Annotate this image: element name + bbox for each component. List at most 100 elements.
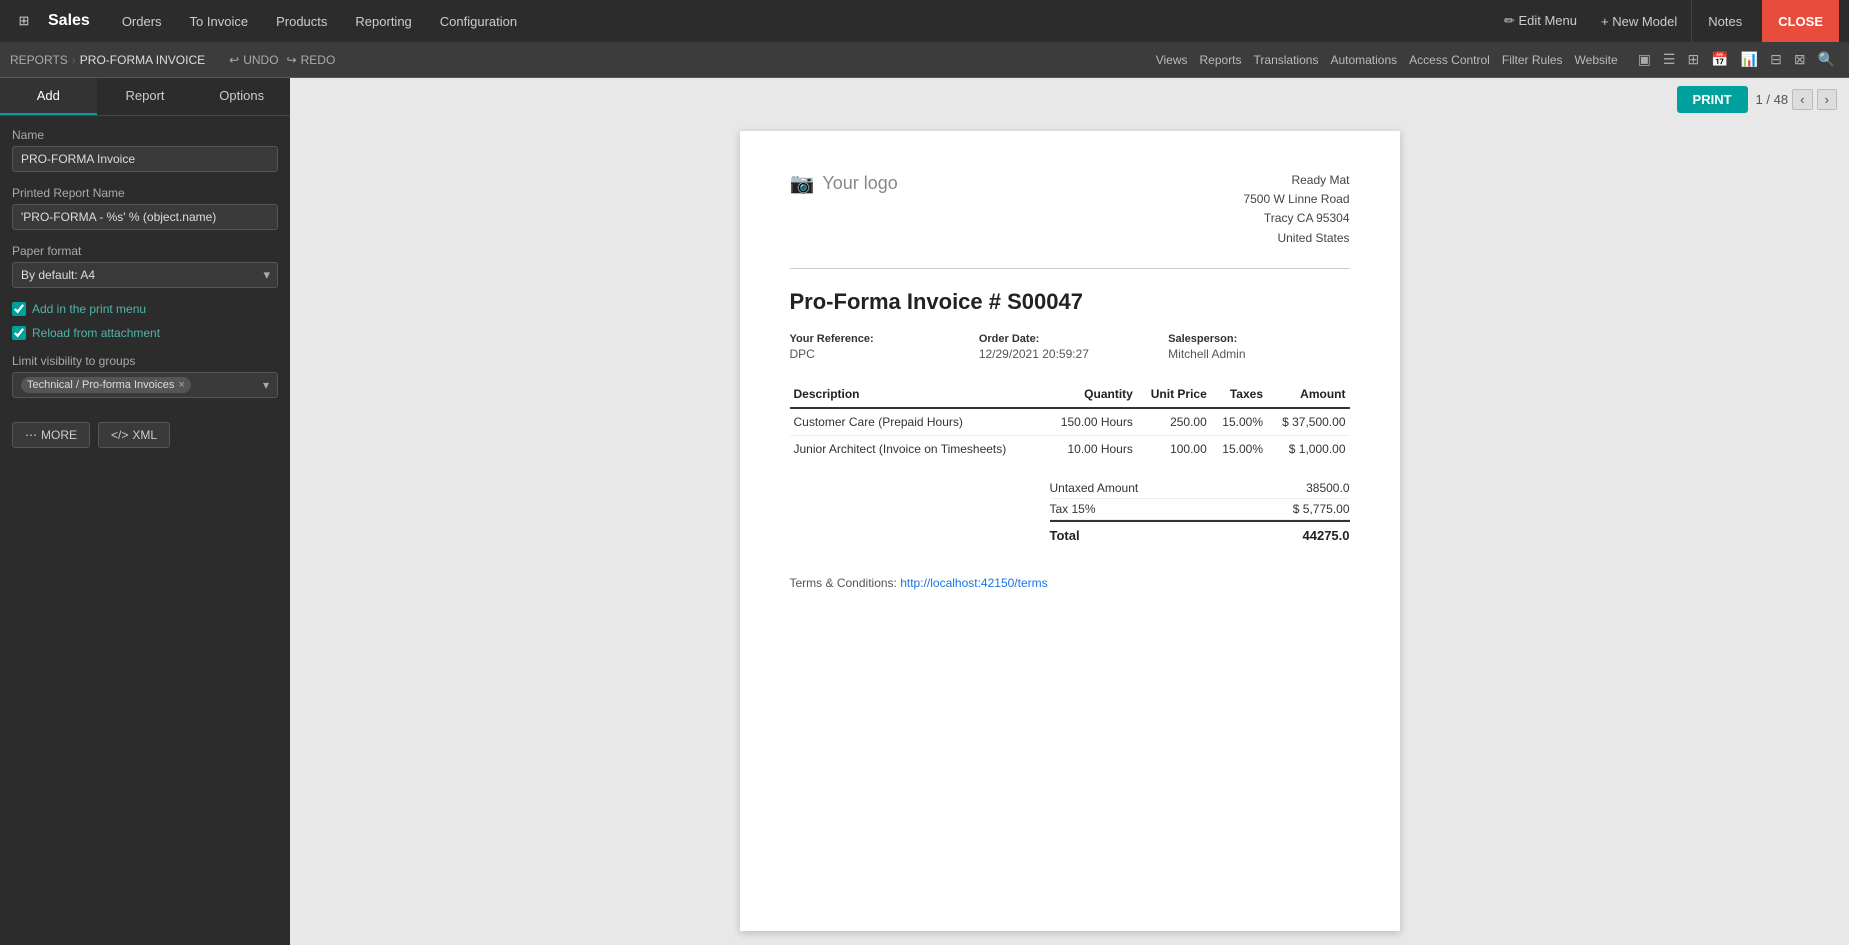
sidebar: Add Report Options Name Printed Report N…: [0, 78, 290, 945]
salesperson-value: Mitchell Admin: [1168, 347, 1349, 361]
camera-icon: 📷: [790, 171, 815, 196]
nav-configuration[interactable]: Configuration: [428, 0, 529, 42]
xml-icon: </>: [111, 428, 128, 442]
visibility-tag-remove[interactable]: ×: [178, 379, 184, 391]
more-button[interactable]: ⋯ MORE: [12, 422, 90, 448]
visibility-tag-input[interactable]: Technical / Pro-forma Invoices × ▾: [12, 372, 278, 398]
sub-nav-website[interactable]: Website: [1575, 53, 1618, 67]
company-country: United States: [1243, 229, 1349, 248]
row-quantity: 150.00 Hours: [1044, 408, 1136, 436]
sub-nav-views[interactable]: Views: [1156, 53, 1188, 67]
meta-salesperson: Salesperson: Mitchell Admin: [1168, 333, 1349, 361]
main-layout: Add Report Options Name Printed Report N…: [0, 78, 1849, 945]
chevron-down-icon: ▾: [263, 378, 269, 392]
printed-report-name-input[interactable]: [12, 204, 278, 230]
order-date-label: Order Date:: [979, 333, 1160, 345]
untaxed-value: 38500.0: [1306, 481, 1349, 495]
document-wrapper: 📷 Your logo Ready Mat 7500 W Linne Road …: [290, 121, 1849, 945]
invoice-title: Pro-Forma Invoice # S00047: [790, 289, 1350, 315]
table-row: Junior Architect (Invoice on Timesheets)…: [790, 435, 1350, 462]
total-value: 44275.0: [1303, 528, 1350, 543]
nav-products[interactable]: Products: [264, 0, 339, 42]
view-search-icon[interactable]: 🔍: [1814, 49, 1839, 70]
new-model-button[interactable]: + New Model: [1591, 0, 1687, 42]
breadcrumb-reports[interactable]: REPORTS: [10, 53, 68, 67]
name-input[interactable]: [12, 146, 278, 172]
row-taxes: 15.00%: [1211, 435, 1267, 462]
visibility-group: Limit visibility to groups Technical / P…: [12, 354, 278, 398]
add-in-print-menu-row[interactable]: Add in the print menu: [12, 302, 278, 316]
row-description: Junior Architect (Invoice on Timesheets): [790, 435, 1045, 462]
tab-report[interactable]: Report: [97, 78, 194, 115]
logo-text: Your logo: [822, 173, 897, 194]
meta-order-date: Order Date: 12/29/2021 20:59:27: [979, 333, 1160, 361]
tax-label: Tax 15%: [1050, 502, 1096, 516]
printed-report-name-field-group: Printed Report Name: [12, 186, 278, 230]
checkboxes-group: Add in the print menu Reload from attach…: [12, 302, 278, 340]
prev-page-button[interactable]: ‹: [1792, 89, 1812, 110]
print-button[interactable]: PRINT: [1677, 86, 1748, 113]
view-chart-icon[interactable]: 📊: [1737, 49, 1762, 70]
company-address2: Tracy CA 95304: [1243, 209, 1349, 228]
next-page-button[interactable]: ›: [1817, 89, 1837, 110]
notes-button[interactable]: Notes: [1691, 0, 1758, 42]
company-address: Ready Mat 7500 W Linne Road Tracy CA 953…: [1243, 171, 1349, 248]
terms-label: Terms & Conditions:: [790, 576, 897, 590]
redo-button[interactable]: ↪ REDO: [287, 53, 336, 67]
salesperson-label: Salesperson:: [1168, 333, 1349, 345]
undo-button[interactable]: ↩ UNDO: [229, 53, 278, 67]
tab-add[interactable]: Add: [0, 78, 97, 115]
tab-options[interactable]: Options: [193, 78, 290, 115]
add-in-print-menu-label: Add in the print menu: [32, 302, 146, 316]
terms-link[interactable]: http://localhost:42150/terms: [900, 576, 1047, 590]
view-calendar-icon[interactable]: 📅: [1707, 49, 1732, 70]
name-field-group: Name: [12, 128, 278, 172]
doc-header: 📷 Your logo Ready Mat 7500 W Linne Road …: [790, 171, 1350, 269]
company-name: Ready Mat: [1243, 171, 1349, 190]
ref-label: Your Reference:: [790, 333, 971, 345]
app-grid-icon[interactable]: ⊞: [10, 7, 38, 35]
th-taxes: Taxes: [1211, 381, 1267, 408]
invoice-table: Description Quantity Unit Price Taxes Am…: [790, 381, 1350, 462]
untaxed-row: Untaxed Amount 38500.0: [1050, 478, 1350, 499]
sub-nav-translations[interactable]: Translations: [1254, 53, 1319, 67]
paper-format-select-wrapper: By default: A4 A3 Letter: [12, 262, 278, 288]
content-toolbar: PRINT 1 / 48 ‹ ›: [290, 78, 1849, 121]
add-in-print-menu-checkbox[interactable]: [12, 302, 26, 316]
visibility-label: Limit visibility to groups: [12, 354, 278, 368]
row-taxes: 15.00%: [1211, 408, 1267, 436]
th-quantity: Quantity: [1044, 381, 1136, 408]
view-kanban-icon[interactable]: ⊞: [1683, 49, 1703, 70]
tax-row: Tax 15% $ 5,775.00: [1050, 499, 1350, 520]
nav-reporting[interactable]: Reporting: [343, 0, 423, 42]
view-list-icon[interactable]: ☰: [1659, 49, 1680, 70]
reload-from-attachment-checkbox[interactable]: [12, 326, 26, 340]
sub-nav-reports[interactable]: Reports: [1200, 53, 1242, 67]
nav-to-invoice[interactable]: To Invoice: [178, 0, 261, 42]
view-map-icon[interactable]: ⊠: [1790, 49, 1810, 70]
view-form-icon[interactable]: ▣: [1634, 49, 1655, 70]
edit-menu-button[interactable]: ✏ Edit Menu: [1494, 0, 1587, 42]
reload-from-attachment-row[interactable]: Reload from attachment: [12, 326, 278, 340]
meta-ref: Your Reference: DPC: [790, 333, 971, 361]
total-row: Total 44275.0: [1050, 520, 1350, 546]
sub-nav-access-control[interactable]: Access Control: [1409, 53, 1490, 67]
xml-button[interactable]: </> XML: [98, 422, 170, 448]
row-quantity: 10.00 Hours: [1044, 435, 1136, 462]
paper-format-select[interactable]: By default: A4 A3 Letter: [12, 262, 278, 288]
visibility-tag: Technical / Pro-forma Invoices ×: [21, 377, 191, 393]
sub-nav-right: Views Reports Translations Automations A…: [1156, 53, 1618, 67]
th-unit-price: Unit Price: [1137, 381, 1211, 408]
order-date-value: 12/29/2021 20:59:27: [979, 347, 1160, 361]
row-description: Customer Care (Prepaid Hours): [790, 408, 1045, 436]
view-pivot-icon[interactable]: ⊟: [1766, 49, 1786, 70]
app-name: Sales: [42, 12, 96, 30]
close-button[interactable]: CLOSE: [1762, 0, 1839, 42]
invoice-meta: Your Reference: DPC Order Date: 12/29/20…: [790, 333, 1350, 361]
sub-nav-filter-rules[interactable]: Filter Rules: [1502, 53, 1563, 67]
nav-orders[interactable]: Orders: [110, 0, 174, 42]
breadcrumb-separator: ›: [72, 53, 76, 67]
terms-section: Terms & Conditions: http://localhost:421…: [790, 576, 1350, 590]
undo-redo-group: ↩ UNDO ↪ REDO: [229, 53, 335, 67]
sub-nav-automations[interactable]: Automations: [1330, 53, 1397, 67]
